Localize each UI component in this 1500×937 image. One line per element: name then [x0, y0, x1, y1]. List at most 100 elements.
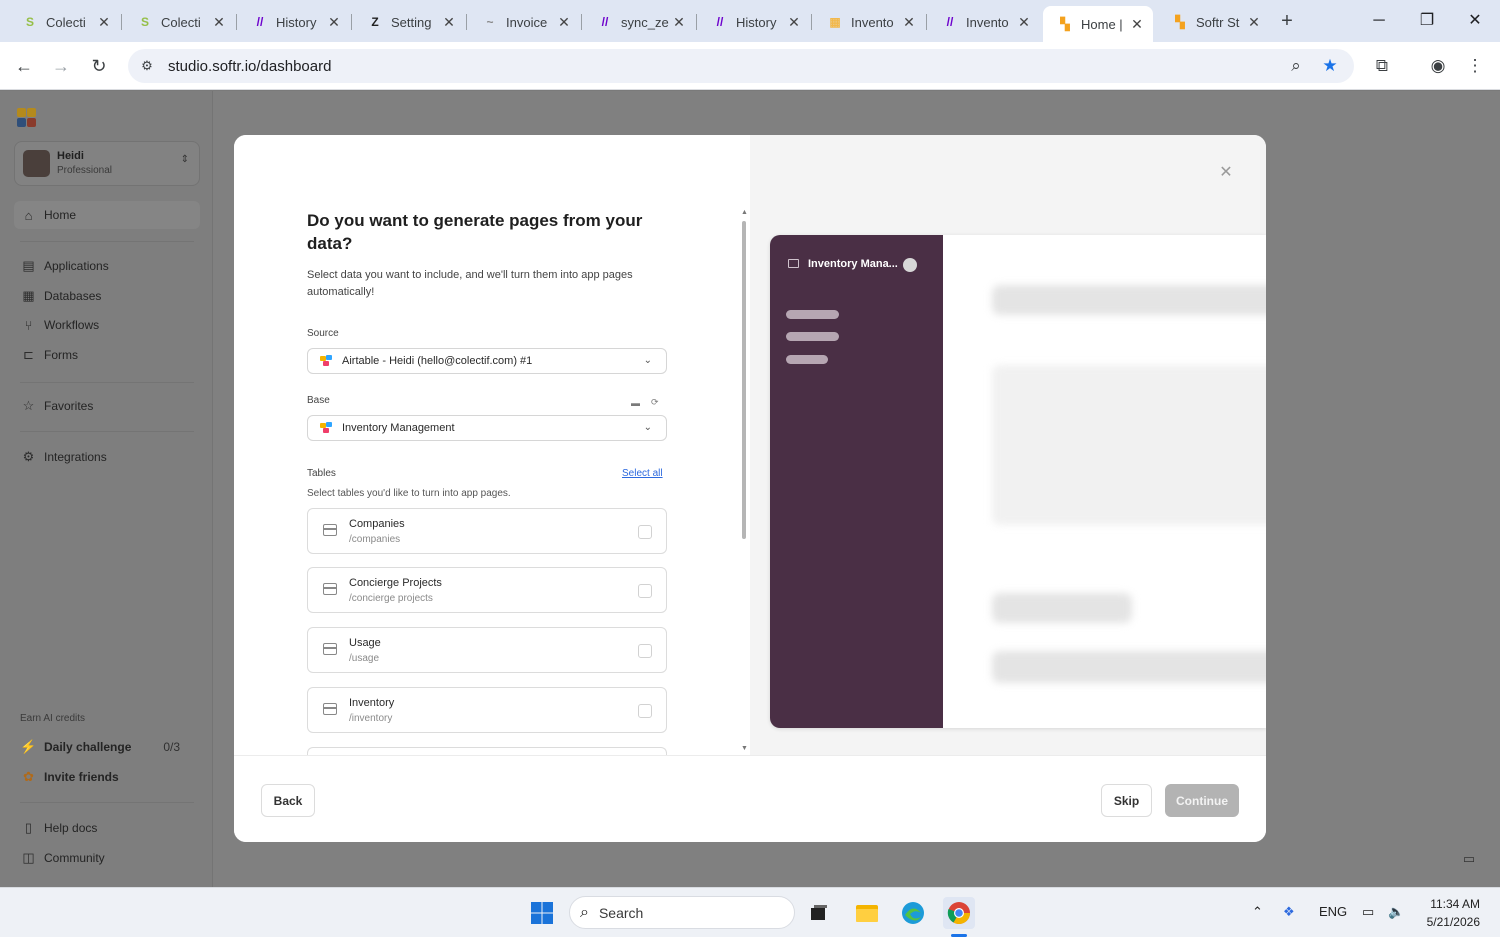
file-explorer-icon[interactable]	[851, 897, 883, 929]
daily-challenge-label: Daily challenge	[44, 740, 132, 754]
help-docs-item[interactable]: ▯ Help docs	[14, 814, 200, 842]
browser-tab-title: Invoice	[506, 14, 548, 30]
sidebar-item-databases[interactable]: ▦ Databases	[14, 282, 200, 310]
edge-browser-icon[interactable]	[897, 897, 929, 929]
invite-friends-item[interactable]: ✿ Invite friends	[14, 763, 200, 791]
table-path: /companies	[349, 534, 401, 545]
tray-expand-icon[interactable]: ⌃	[1252, 904, 1263, 920]
bookmark-star-icon[interactable]: ★	[1319, 55, 1341, 77]
sidebar-item-workflows[interactable]: ⑂ Workflows	[14, 311, 200, 339]
new-tab-button[interactable]: +	[1276, 10, 1298, 32]
close-tab-icon[interactable]: ✕	[96, 14, 112, 31]
close-icon[interactable]: ✕	[1218, 165, 1234, 181]
sidebar-item-integrations[interactable]: ⚙ Integrations	[14, 443, 200, 471]
taskbar-search[interactable]: ⌕ Search	[569, 896, 795, 929]
daily-challenge-item[interactable]: ⚡ Daily challenge 0/3	[14, 733, 200, 761]
browser-tab[interactable]: ▦ Invento ✕	[813, 6, 925, 38]
table-name: Concierge Projects	[349, 577, 442, 589]
browser-tab-title: Invento	[966, 14, 1009, 30]
preview-row-placeholder	[992, 651, 1266, 683]
close-tab-icon[interactable]: ✕	[1129, 16, 1145, 33]
volume-icon[interactable]: 🔈	[1388, 904, 1404, 920]
browser-tab[interactable]: Z Setting ✕	[353, 6, 465, 38]
continue-button[interactable]: Continue	[1165, 784, 1239, 817]
community-label: Community	[44, 851, 105, 865]
shopify-icon: S	[140, 15, 149, 29]
table-checkbox[interactable]	[638, 584, 652, 598]
close-tab-icon[interactable]: ✕	[671, 14, 687, 31]
sidebar-item-label: Databases	[44, 289, 102, 303]
clock-time[interactable]: 11:34 AM	[1424, 897, 1480, 911]
menu-kebab-icon[interactable]: ⋮	[1464, 55, 1486, 77]
chevron-updown-icon: ⇕	[180, 154, 189, 165]
close-tab-icon[interactable]: ✕	[441, 14, 457, 31]
browser-tab[interactable]: S Colecti ✕	[8, 6, 120, 38]
daily-challenge-count: 0/3	[163, 740, 180, 754]
open-base-icon[interactable]: ▬	[631, 398, 640, 408]
source-select[interactable]: Airtable - Heidi (hello@colectif.com) #1…	[307, 348, 667, 374]
browser-tab[interactable]: // History ✕	[698, 6, 810, 38]
refresh-icon[interactable]: ⟳	[651, 397, 659, 408]
browser-tab-strip: S Colecti ✕ S Colecti ✕ // History ✕ Z Setting ✕ ~ In…	[0, 0, 1500, 42]
browser-tab[interactable]: // History ✕	[238, 6, 350, 38]
browser-tab[interactable]: ▚ Home | ✕	[1043, 6, 1153, 42]
language-indicator[interactable]: ENG	[1319, 904, 1347, 919]
close-tab-icon[interactable]: ✕	[211, 14, 227, 31]
task-view-icon[interactable]	[803, 897, 835, 929]
close-tab-icon[interactable]: ✕	[1016, 14, 1032, 31]
form-scrollbar[interactable]: ▲ ▼	[741, 209, 748, 753]
support-chat-icon[interactable]: ▭	[1458, 848, 1480, 870]
select-all-link[interactable]: Select all	[622, 468, 663, 479]
base-select[interactable]: Inventory Management ⌄	[307, 415, 667, 441]
profile-icon[interactable]: ◉	[1427, 55, 1449, 77]
url-text[interactable]: studio.softr.io/dashboard	[168, 58, 331, 75]
sidebar-item-forms[interactable]: ⊏ Forms	[14, 341, 200, 369]
browser-tab[interactable]: // sync_ze ✕	[583, 6, 695, 38]
close-tab-icon[interactable]: ✕	[326, 14, 342, 31]
reload-icon[interactable]: ↻	[87, 54, 111, 78]
close-window-icon[interactable]: ✕	[1460, 8, 1490, 34]
browser-tab-title: Setting	[391, 14, 432, 30]
table-checkbox[interactable]	[638, 525, 652, 539]
table-card[interactable]: Usage/usage	[307, 627, 667, 673]
table-checkbox[interactable]	[638, 704, 652, 718]
sidebar-item-favorites[interactable]: ☆ Favorites	[14, 392, 200, 420]
back-button[interactable]: Back	[261, 784, 315, 817]
nav-divider	[20, 382, 194, 383]
community-item[interactable]: ◫ Community	[14, 844, 200, 872]
windows-start-icon[interactable]	[526, 897, 558, 929]
zoom-icon[interactable]: ⌕	[1285, 55, 1307, 77]
browser-tab[interactable]: S Colecti ✕	[123, 6, 235, 38]
chrome-browser-icon[interactable]	[943, 897, 975, 929]
clock-date[interactable]: 5/21/2026	[1420, 915, 1480, 929]
close-tab-icon[interactable]: ✕	[901, 14, 917, 31]
close-tab-icon[interactable]: ✕	[1246, 14, 1262, 31]
back-arrow-icon[interactable]: ←	[12, 54, 36, 78]
close-tab-icon[interactable]: ✕	[556, 14, 572, 31]
applications-icon: ▤	[22, 258, 35, 273]
scroll-up-icon[interactable]: ▲	[741, 209, 748, 217]
table-card[interactable]: Inventory/inventory	[307, 687, 667, 733]
tray-app-icon[interactable]: ❖	[1283, 904, 1295, 920]
close-tab-icon[interactable]: ✕	[786, 14, 802, 31]
minimize-icon[interactable]: ─	[1364, 8, 1394, 34]
workspace-switcher[interactable]: Heidi Professional ⇕	[14, 141, 200, 186]
sidebar-item-home[interactable]: ⌂ Home	[14, 201, 200, 229]
browser-tab[interactable]: ~ Invoice ✕	[468, 6, 580, 38]
skip-button[interactable]: Skip	[1101, 784, 1152, 817]
table-card[interactable]: Companies/companies	[307, 508, 667, 554]
scroll-down-icon[interactable]: ▼	[741, 745, 748, 753]
softr-logo	[17, 108, 37, 128]
table-checkbox[interactable]	[638, 644, 652, 658]
address-bar[interactable]: ⚙ studio.softr.io/dashboard	[128, 49, 1354, 83]
scrollbar-thumb[interactable]	[742, 221, 746, 539]
sidebar-item-applications[interactable]: ▤ Applications	[14, 252, 200, 280]
search-tab-icon[interactable]: ⧉	[1371, 55, 1393, 77]
restore-icon[interactable]: ❐	[1412, 8, 1442, 34]
network-icon[interactable]: ▭	[1362, 904, 1374, 920]
browser-tab[interactable]: ▚ Softr St ✕	[1158, 6, 1270, 38]
forward-arrow-icon[interactable]: →	[49, 54, 73, 78]
table-card[interactable]: Concierge Projects/concierge projects	[307, 567, 667, 613]
browser-tab[interactable]: // Invento ✕	[928, 6, 1040, 38]
site-info-icon[interactable]: ⚙	[138, 57, 156, 75]
